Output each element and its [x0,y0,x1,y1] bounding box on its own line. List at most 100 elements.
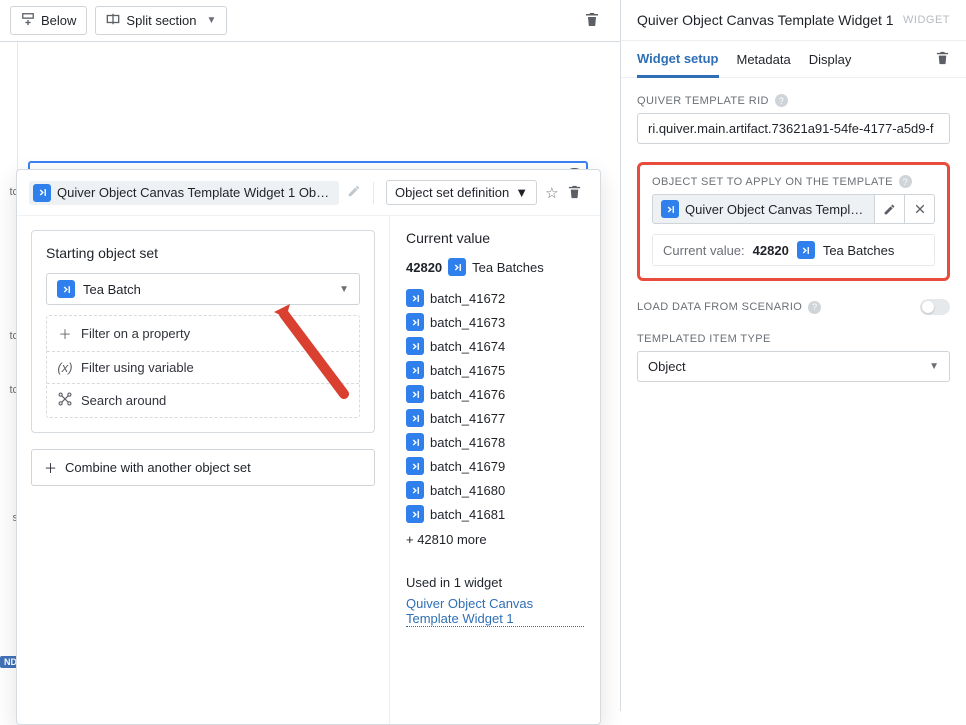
panel-type-badge: WIDGET [903,14,950,26]
plus-icon: ＋ [57,324,73,343]
starting-object-type-select[interactable]: Tea Batch ▼ [46,273,360,305]
object-icon [406,409,424,427]
more-objects-text: + 42810 more [406,526,584,553]
filter-var-label: Filter using variable [81,360,194,375]
batch-name: batch_41677 [430,411,505,426]
panel-body: QUIVER TEMPLATE RID ? ri.quiver.main.art… [621,78,966,398]
batch-list-item[interactable]: batch_41672 [406,286,584,310]
rid-input[interactable]: ri.quiver.main.artifact.73621a91-54fe-41… [637,113,950,144]
split-icon [106,12,120,29]
object-set-variable-pill[interactable]: Quiver Object Canvas Template Widget 1 O… [29,181,339,205]
object-set-label-text: OBJECT SET TO APPLY ON THE TEMPLATE [652,176,893,188]
tab-display[interactable]: Display [809,42,852,76]
delete-widget-button[interactable] [935,50,950,68]
edit-object-set-button[interactable] [875,194,905,224]
batch-name: batch_41673 [430,315,505,330]
batch-list-item[interactable]: batch_41678 [406,430,584,454]
rid-label: QUIVER TEMPLATE RID ? [637,94,950,107]
tab-metadata[interactable]: Metadata [737,42,791,76]
object-icon [406,313,424,331]
object-type-icon [797,241,815,259]
tab-widget-setup[interactable]: Widget setup [637,41,719,78]
batch-name: batch_41678 [430,435,505,450]
combine-label: Combine with another object set [65,460,251,475]
starting-object-set-title: Starting object set [46,245,360,261]
delete-variable-button[interactable] [567,184,582,202]
item-type-label: TEMPLATED ITEM TYPE [637,333,950,345]
filter-on-property-button[interactable]: ＋ Filter on a property [47,316,359,351]
current-value-column: Current value 42820 Tea Batches batch_41… [390,216,600,724]
delete-section-button[interactable] [584,11,600,30]
object-icon [406,361,424,379]
osd-label: Object set definition [395,185,509,200]
object-icon [406,481,424,499]
object-set-definition-select[interactable]: Object set definition ▼ [386,180,537,205]
divider [373,182,374,204]
object-icon [406,289,424,307]
batch-list-item[interactable]: batch_41677 [406,406,584,430]
filter-using-variable-button[interactable]: (x) Filter using variable [47,351,359,383]
batch-list-item[interactable]: batch_41675 [406,358,584,382]
batch-name: batch_41674 [430,339,505,354]
object-icon [406,433,424,451]
load-scenario-text: LOAD DATA FROM SCENARIO [637,301,802,313]
cv-label: Tea Batches [823,243,895,258]
batch-name: batch_41681 [430,507,505,522]
object-icon [406,505,424,523]
current-value-title: Current value [406,230,584,246]
chevron-down-icon: ▼ [515,185,528,200]
split-section-label: Split section [126,13,196,28]
load-scenario-toggle[interactable] [920,299,950,315]
combine-object-set-button[interactable]: ＋ Combine with another object set [31,449,375,486]
filter-prop-label: Filter on a property [81,326,190,341]
chevron-down-icon: ▼ [929,361,939,372]
batch-name: batch_41672 [430,291,505,306]
object-icon [406,337,424,355]
used-in-label: Used in 1 widget [406,575,584,590]
variable-icon: (x) [57,360,73,375]
filter-add-list: ＋ Filter on a property (x) Filter using … [46,315,360,418]
pill-label: Quiver Object Canvas Template Widget 1 O… [57,185,331,200]
batch-list-item[interactable]: batch_41679 [406,454,584,478]
load-scenario-row: LOAD DATA FROM SCENARIO ? [637,299,950,315]
object-set-selector-label: Quiver Object Canvas Template Widget … [685,202,866,217]
starting-object-type-value: Tea Batch [83,282,141,297]
panel-header: Quiver Object Canvas Template Widget 1 W… [621,0,966,41]
item-type-select[interactable]: Object ▼ [637,351,950,382]
item-type-value: Object [648,359,686,374]
help-icon[interactable]: ? [899,175,912,188]
search-around-button[interactable]: Search around [47,383,359,417]
load-scenario-label: LOAD DATA FROM SCENARIO ? [637,301,920,314]
object-set-highlight: OBJECT SET TO APPLY ON THE TEMPLATE ? Qu… [637,162,950,281]
batch-name: batch_41676 [430,387,505,402]
batch-list-item[interactable]: batch_41680 [406,478,584,502]
object-count-row: 42820 Tea Batches [406,258,584,276]
object-icon [406,385,424,403]
cv-count: 42820 [753,243,789,258]
insert-below-button[interactable]: Below [10,6,87,35]
favorite-button[interactable]: ☆ [545,184,558,202]
batch-list-item[interactable]: batch_41673 [406,310,584,334]
object-icon [406,457,424,475]
edit-name-button[interactable] [347,184,361,201]
help-icon[interactable]: ? [808,301,821,314]
batch-name: batch_41675 [430,363,505,378]
insert-below-label: Below [41,13,76,28]
object-set-selector[interactable]: Quiver Object Canvas Template Widget … [652,194,875,224]
split-section-button[interactable]: Split section ▼ [95,6,227,35]
popup-header: Quiver Object Canvas Template Widget 1 O… [17,170,600,216]
batch-list: batch_41672 batch_41673 batch_41674 batch_4… [406,286,584,526]
plus-icon: ＋ [44,458,57,477]
clear-object-set-button[interactable] [905,194,935,224]
current-value-row: Current value: 42820 Tea Batches [652,234,935,266]
object-type-icon [448,258,466,276]
batch-list-item[interactable]: batch_41681 [406,502,584,526]
chevron-down-icon: ▼ [339,284,349,295]
help-icon[interactable]: ? [775,94,788,107]
search-around-label: Search around [81,393,166,408]
cv-key: Current value: [663,243,745,258]
used-in-widget-link[interactable]: Quiver Object Canvas Template Widget 1 [406,596,584,627]
batch-list-item[interactable]: batch_41674 [406,334,584,358]
batch-list-item[interactable]: batch_41676 [406,382,584,406]
object-set-icon [33,184,51,202]
